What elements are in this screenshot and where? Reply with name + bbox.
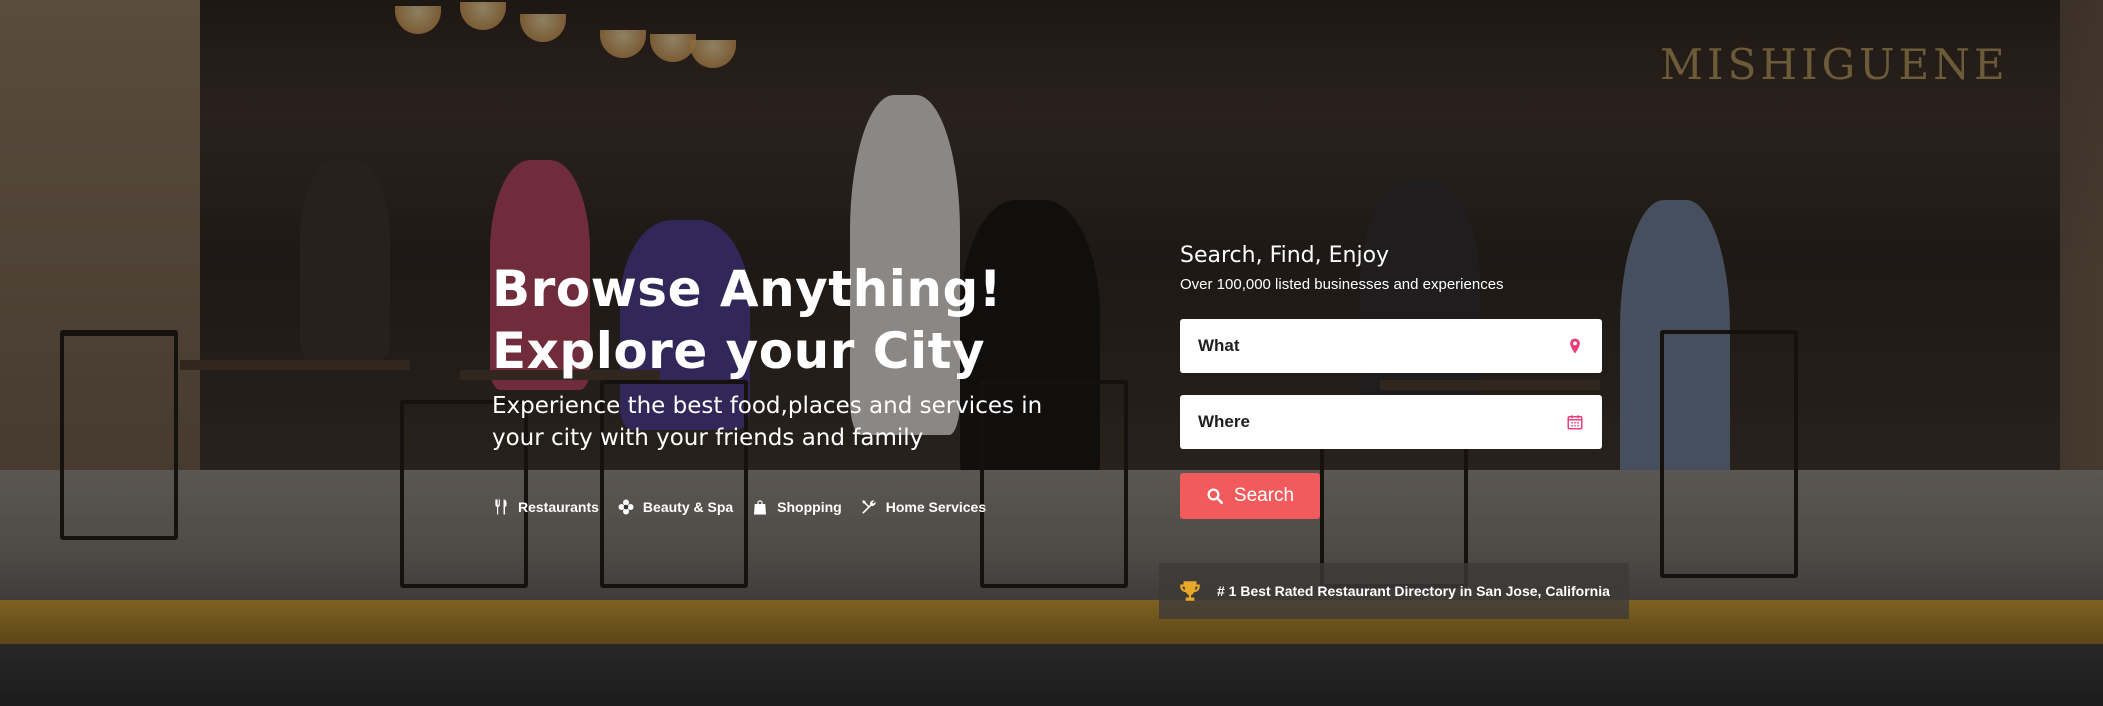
dark-overlay	[0, 0, 2103, 706]
category-links: Restaurants Beauty & Spa Shopping Home S…	[492, 498, 986, 516]
hero-banner: MISHIGUENE Browse Anything! Explore your…	[0, 0, 2103, 706]
what-input[interactable]: What	[1180, 319, 1602, 373]
flower-icon	[618, 499, 634, 515]
map-pin-icon	[1570, 338, 1580, 354]
award-banner: # 1 Best Rated Restaurant Directory in S…	[1159, 563, 1629, 619]
search-button[interactable]: Search	[1180, 473, 1320, 519]
category-label: Home Services	[885, 499, 987, 515]
shopping-bag-icon	[754, 500, 767, 515]
search-button-label: Search	[1233, 485, 1295, 506]
fork-knife-icon	[495, 499, 507, 515]
what-input-label: What	[1198, 336, 1240, 355]
category-label: Shopping	[777, 499, 842, 515]
headline-line-2: Explore your City	[492, 322, 986, 380]
where-input[interactable]: Where	[1180, 395, 1602, 449]
where-input-label: Where	[1198, 412, 1250, 431]
headline-line-1: Browse Anything!	[492, 260, 1003, 318]
search-icon	[1207, 488, 1223, 505]
category-home-services[interactable]: Home Services	[860, 498, 986, 516]
calendar-icon	[1567, 415, 1583, 430]
search-panel-title: Search, Find, Enjoy	[1180, 243, 1390, 268]
search-panel-subtitle: Over 100,000 listed businesses and exper…	[1180, 276, 1504, 293]
category-label: Restaurants	[518, 499, 599, 515]
category-restaurants[interactable]: Restaurants	[492, 498, 599, 516]
category-shopping[interactable]: Shopping	[751, 498, 842, 516]
hero-subline: Experience the best food,places and serv…	[492, 393, 1043, 451]
hero-headline: Browse Anything! Explore your City	[492, 258, 1002, 382]
category-label: Beauty & Spa	[642, 499, 734, 515]
award-text: # 1 Best Rated Restaurant Directory in S…	[1217, 583, 1610, 599]
tools-icon	[861, 500, 876, 514]
category-beauty-spa[interactable]: Beauty & Spa	[617, 498, 733, 516]
search-panel: Search, Find, Enjoy Over 100,000 listed …	[1180, 242, 1610, 519]
trophy-icon	[1180, 581, 1200, 601]
